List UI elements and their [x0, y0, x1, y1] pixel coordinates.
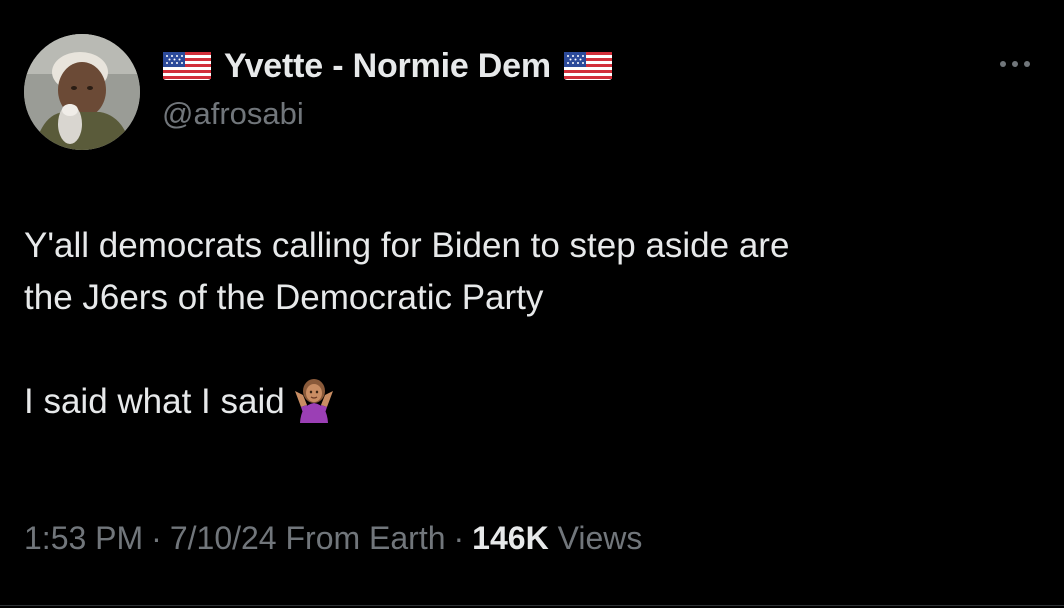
views-label[interactable]: Views [558, 520, 643, 556]
meta-separator: · [151, 520, 162, 556]
author-display-name[interactable]: Yvette - Normie Dem [224, 47, 551, 86]
divider [0, 605, 1064, 606]
tweet-text-line-3: I said what I said [24, 382, 285, 421]
more-options-icon[interactable] [998, 56, 1032, 72]
tweet-source: From Earth [285, 520, 446, 556]
author-name-row[interactable]: Yvette - Normie Dem [162, 44, 613, 88]
tweet-text-line: the J6ers of the Democratic Party [24, 278, 544, 317]
us-flag-icon [563, 49, 613, 83]
tweet-text-line: I said what I said [24, 376, 1034, 428]
author-handle[interactable]: @afrosabi [162, 96, 304, 132]
avatar[interactable] [24, 34, 140, 150]
tweet-time[interactable]: 1:53 PM [24, 520, 143, 556]
avatar-image [24, 34, 140, 150]
meta-separator: · [453, 520, 465, 556]
us-flag-icon [162, 49, 212, 83]
tweet-text: Y'all democrats calling for Biden to ste… [24, 220, 1034, 428]
tweet-card: Yvette - Normie Dem @afrosabi Y'all demo… [0, 0, 1064, 608]
views-count[interactable]: 146K [472, 520, 549, 556]
tweet-meta: 1:53 PM · 7/10/24 From Earth · 146K Views [24, 520, 642, 557]
tweet-text-line: Y'all democrats calling for Biden to ste… [24, 226, 790, 265]
tweet-date[interactable]: 7/10/24 [170, 520, 277, 556]
person-shrugging-icon [291, 377, 337, 423]
